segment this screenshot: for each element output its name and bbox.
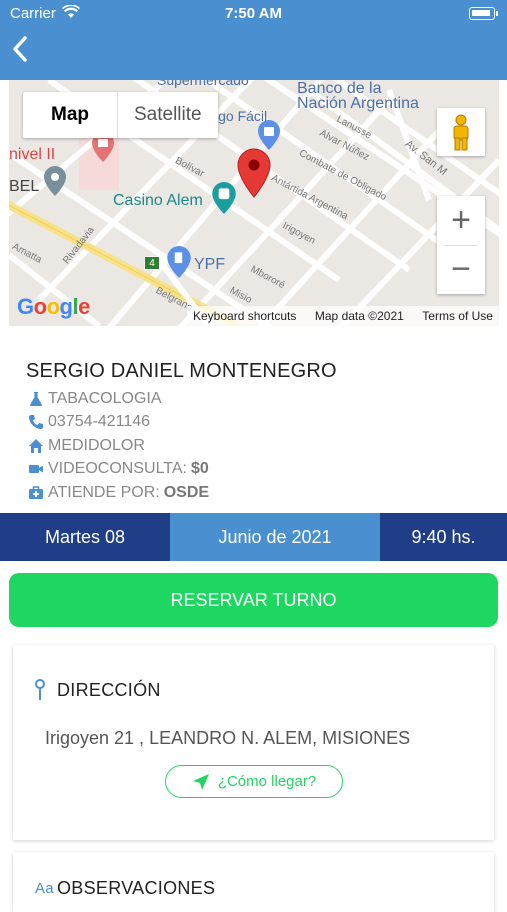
insurance-value: OSDE (163, 483, 210, 501)
observations-title: Aa OBSERVACIONES (35, 878, 215, 899)
how-to-get-label: ¿Cómo llegar? (217, 773, 317, 790)
pin-icon (35, 679, 57, 701)
map-label-casino: Casino Alem (113, 192, 203, 209)
doctor-info: SERGIO DANIEL MONTENEGRO TABACOLOGIA 037… (26, 360, 486, 505)
navigation-arrow-icon (192, 773, 209, 790)
flask-icon (26, 390, 46, 408)
map-type-map-button[interactable]: Map (23, 92, 118, 138)
route-shield: 4 (144, 256, 160, 270)
map-type-control: Map Satellite (23, 92, 218, 138)
location-marker-icon[interactable] (237, 148, 271, 198)
casino-pin-icon (212, 182, 236, 214)
medical-kit-icon (26, 484, 46, 502)
appointment-month: Junio de 2021 (170, 513, 380, 561)
back-button[interactable] (10, 34, 40, 72)
video-camera-icon (26, 460, 46, 478)
street-view-button[interactable] (437, 108, 485, 156)
nav-bar (0, 28, 507, 80)
shopping-pin-icon (258, 120, 280, 150)
keyboard-shortcuts-link[interactable]: Keyboard shortcuts (193, 309, 296, 326)
map-label-banco2: Nación Argentina (297, 95, 419, 112)
map-label-alem-nivel: nivel II (9, 146, 56, 163)
insurance-row: ATIENDE POR: OSDE (26, 481, 486, 505)
phone-number[interactable]: 03754-421146 (48, 413, 150, 431)
map-type-satellite-button[interactable]: Satellite (118, 92, 218, 138)
zoom-control: + − (437, 196, 485, 294)
zoom-divider (445, 245, 477, 246)
google-logo: Google (17, 294, 90, 319)
specialty-label: TABACOLOGIA (48, 389, 162, 407)
address-text: Irigoyen 21 , LEANDRO N. ALEM, MISIONES (45, 728, 411, 748)
clock: 7:50 AM (225, 5, 282, 22)
poi-pin-icon (44, 166, 66, 196)
pegman-icon (453, 114, 469, 151)
center-row: MEDIDOLOR (26, 434, 486, 458)
terms-of-use-link[interactable]: Terms of Use (422, 309, 493, 326)
video-label: VIDEOCONSULTA: (48, 460, 187, 478)
map-label-supermercado: Supermercado (157, 80, 249, 88)
appointment-day: Martes 08 (0, 513, 170, 561)
observations-card: Aa OBSERVACIONES (13, 852, 494, 912)
address-title: DIRECCIÓN (35, 679, 161, 701)
status-bar: Carrier 7:50 AM (0, 0, 507, 28)
address-card: DIRECCIÓN Irigoyen 21 , LEANDRO N. ALEM,… (13, 645, 494, 840)
zoom-in-button[interactable]: + (437, 196, 485, 245)
map-label-ypf: YPF (194, 256, 226, 273)
phone-icon (26, 413, 46, 431)
zoom-out-button[interactable]: − (437, 245, 485, 294)
map-label-bel: BEL (9, 178, 40, 195)
insurance-label: ATIENDE POR: (48, 483, 160, 501)
doctor-name: SERGIO DANIEL MONTENEGRO (26, 360, 337, 382)
how-to-get-button[interactable]: ¿Cómo llegar? (165, 765, 343, 798)
center-name: MEDIDOLOR (48, 436, 145, 454)
map-data-label: Map data ©2021 (314, 309, 404, 323)
observations-title-label: OBSERVACIONES (57, 878, 216, 898)
appointment-time: 9:40 hs. (380, 513, 507, 561)
video-price: $0 (190, 460, 209, 478)
specialty-row: TABACOLOGIA (26, 387, 486, 411)
reserve-appointment-button[interactable]: RESERVAR TURNO (9, 573, 498, 627)
address-title-label: DIRECCIÓN (57, 679, 161, 700)
video-row: VIDEOCONSULTA: $0 (26, 458, 486, 482)
chevron-left-icon (13, 36, 27, 62)
phone-row[interactable]: 03754-421146 (26, 411, 486, 435)
home-icon (26, 437, 46, 455)
location-map[interactable]: Supermercado Banco de la Nación Argentin… (9, 80, 499, 326)
battery-icon (469, 7, 498, 20)
appointment-date-bar: Martes 08 Junio de 2021 9:40 hs. (0, 513, 507, 561)
text-format-icon: Aa (35, 880, 54, 897)
gas-station-pin-icon (167, 246, 191, 278)
map-footer: Keyboard shortcuts Map data ©2021 Terms … (187, 306, 499, 326)
